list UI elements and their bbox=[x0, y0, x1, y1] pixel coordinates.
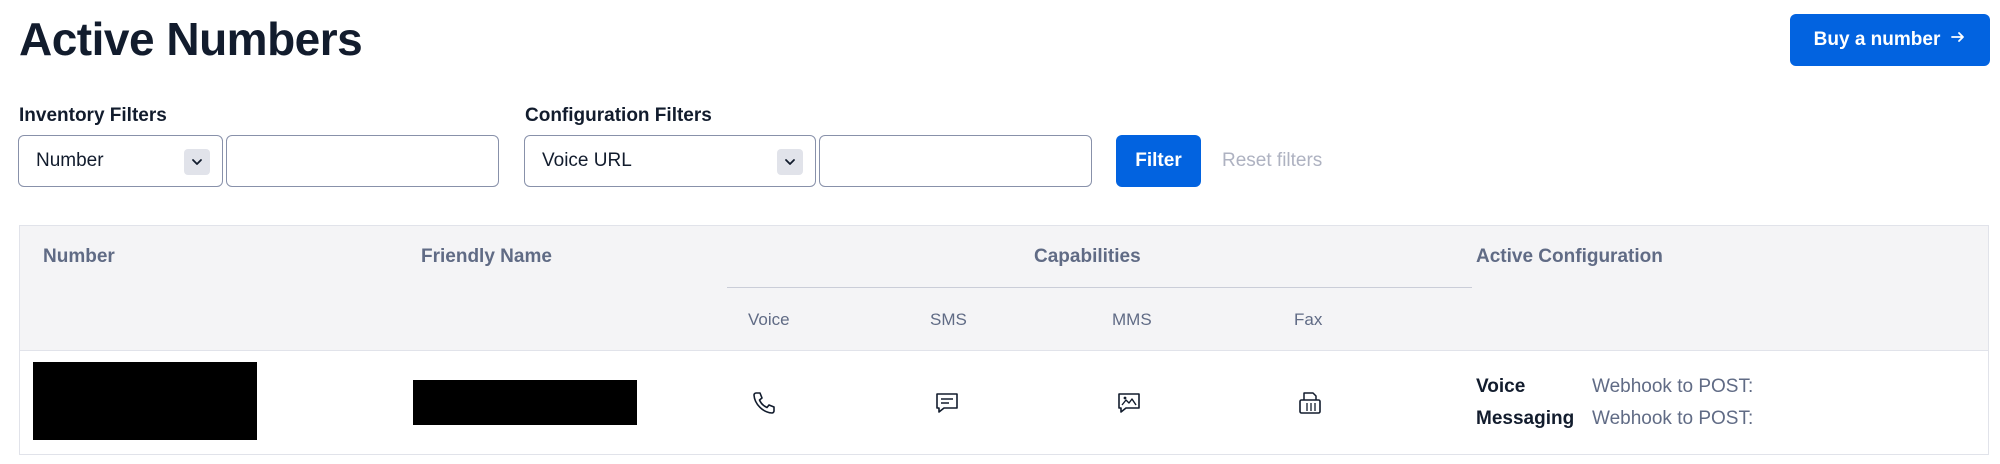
config-messaging-label: Messaging bbox=[1476, 408, 1575, 429]
inventory-filter-input[interactable] bbox=[226, 135, 499, 187]
inventory-filter-select[interactable]: Number bbox=[18, 135, 223, 187]
configuration-filter-select[interactable]: Voice URL bbox=[524, 135, 816, 187]
filter-button[interactable]: Filter bbox=[1116, 135, 1201, 187]
table-header: Number Friendly Name Capabilities Active… bbox=[20, 226, 1988, 351]
configuration-filter-selected: Voice URL bbox=[542, 150, 632, 171]
config-messaging-value: Webhook to POST: bbox=[1592, 408, 1754, 429]
redacted-friendly-name bbox=[413, 380, 637, 425]
inventory-filter-selected: Number bbox=[36, 150, 104, 171]
numbers-table: Number Friendly Name Capabilities Active… bbox=[19, 225, 1989, 455]
column-header-mms: MMS bbox=[1112, 310, 1152, 329]
column-header-voice: Voice bbox=[748, 310, 790, 329]
reset-filters-link[interactable]: Reset filters bbox=[1222, 150, 1322, 172]
column-header-number: Number bbox=[43, 246, 115, 267]
column-header-friendly-name: Friendly Name bbox=[421, 246, 552, 267]
buy-number-button[interactable]: Buy a number bbox=[1790, 14, 1990, 66]
column-header-active-configuration: Active Configuration bbox=[1476, 246, 1663, 267]
arrow-right-icon bbox=[1950, 29, 1966, 51]
fax-icon bbox=[1295, 388, 1325, 418]
chevron-down-icon bbox=[184, 149, 210, 175]
sms-icon bbox=[932, 388, 962, 418]
phone-icon bbox=[749, 388, 779, 418]
chevron-down-icon bbox=[777, 149, 803, 175]
capabilities-divider bbox=[727, 287, 1472, 288]
configuration-filters-label: Configuration Filters bbox=[525, 105, 712, 126]
mms-icon bbox=[1114, 388, 1144, 418]
config-voice-value: Webhook to POST: bbox=[1592, 376, 1754, 397]
column-header-fax: Fax bbox=[1294, 310, 1323, 329]
config-voice-label: Voice bbox=[1476, 376, 1526, 397]
column-header-capabilities: Capabilities bbox=[1034, 246, 1141, 267]
redacted-number[interactable] bbox=[33, 362, 257, 440]
column-header-sms: SMS bbox=[930, 310, 967, 329]
inventory-filters-label: Inventory Filters bbox=[19, 105, 167, 126]
buy-number-label: Buy a number bbox=[1813, 29, 1941, 50]
page-title: Active Numbers bbox=[19, 13, 363, 65]
configuration-filter-input[interactable] bbox=[819, 135, 1092, 187]
